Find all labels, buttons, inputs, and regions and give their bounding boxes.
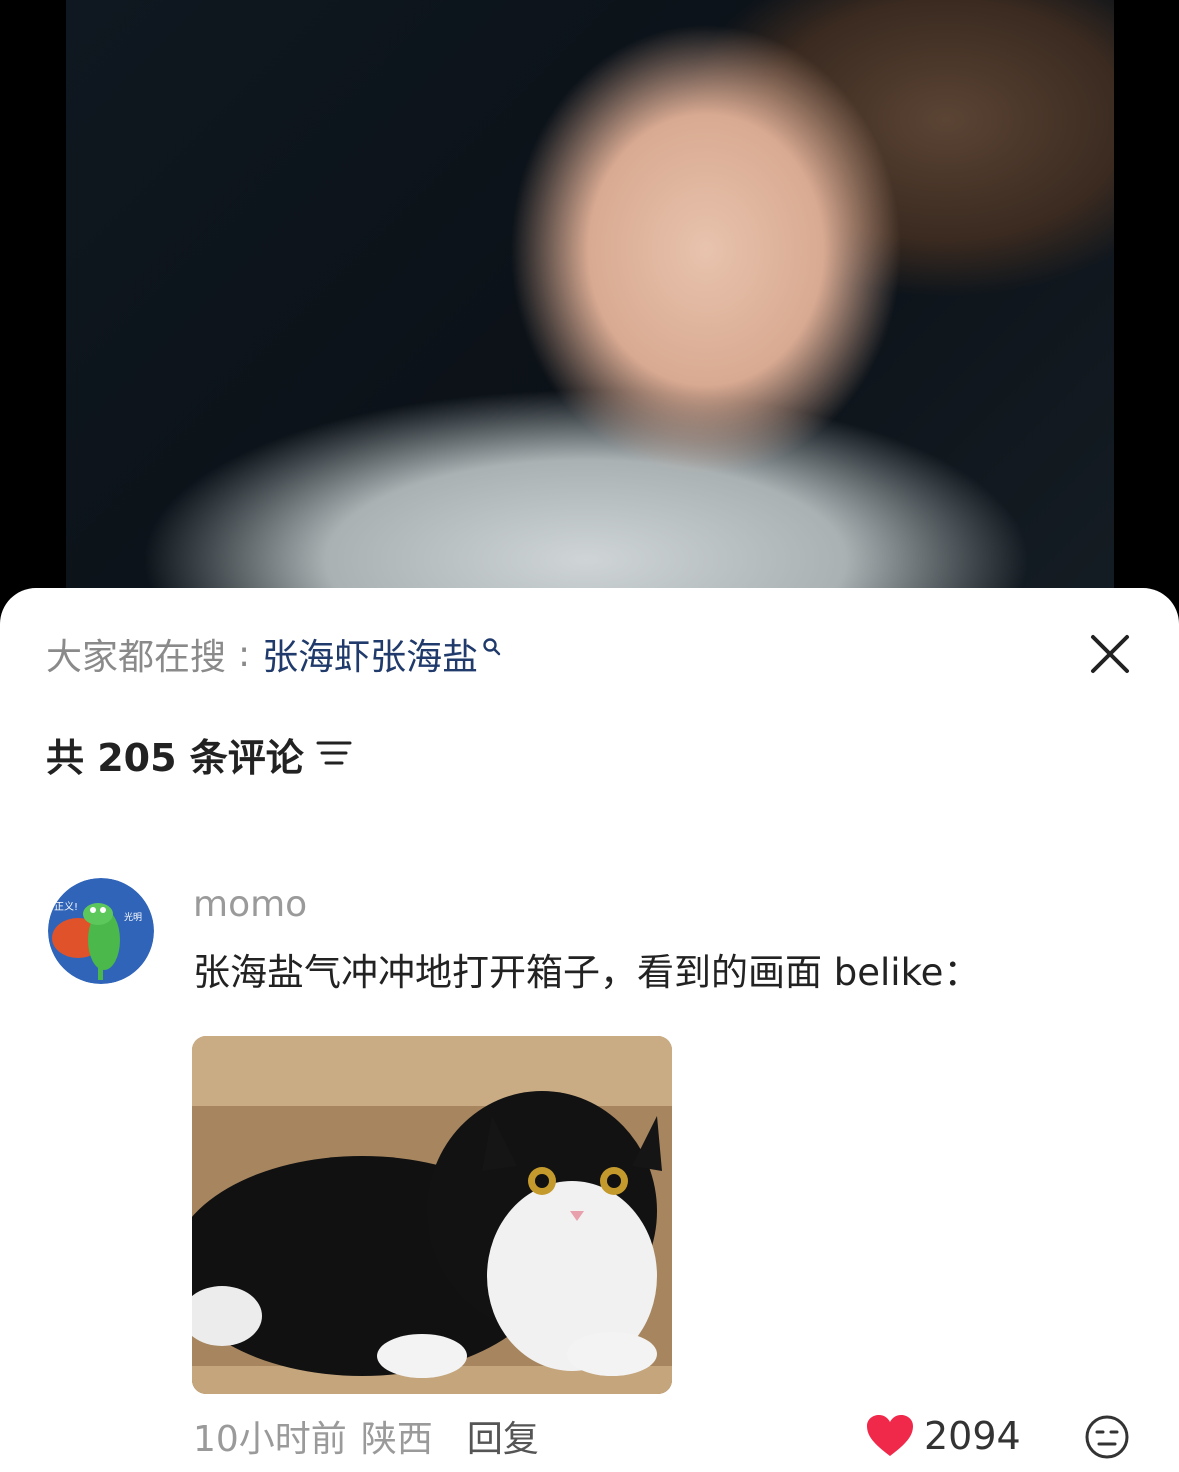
avatar[interactable]: 正义! 光明 bbox=[48, 878, 154, 984]
comment-time: 10小时前 bbox=[193, 1419, 347, 1460]
heart-icon bbox=[867, 1415, 913, 1456]
search-suggestion[interactable]: 大家都在搜 : 张海虾张海盐 bbox=[46, 628, 502, 680]
search-suggestion-term[interactable]: 张海虾张海盐 bbox=[262, 628, 478, 680]
video-player[interactable] bbox=[0, 0, 1179, 620]
comment-image[interactable] bbox=[192, 1036, 672, 1394]
search-suggestion-colon: : bbox=[238, 633, 251, 675]
comment-sheet: 大家都在搜 : 张海虾张海盐 共 205 条评论 正义! 光明 momo 张海盐… bbox=[0, 588, 1179, 1472]
comment-text: 张海盐气冲冲地打开箱子，看到的画面 belike： bbox=[193, 951, 981, 994]
emoji-icon bbox=[1085, 1415, 1129, 1459]
comment-count: 共 205 条评论 bbox=[46, 735, 304, 780]
close-button[interactable] bbox=[1088, 632, 1132, 676]
avatar-text-right: 光明 bbox=[124, 911, 142, 923]
reply-button[interactable]: 回复 bbox=[467, 1410, 539, 1462]
avatar-text-left: 正义! bbox=[54, 901, 78, 913]
close-icon bbox=[1091, 635, 1129, 673]
like-button[interactable]: 2094 bbox=[866, 1408, 1021, 1464]
comment-meta: 10小时前 陕西 回复 bbox=[193, 1408, 539, 1464]
comment-location: 陕西 bbox=[360, 1419, 433, 1460]
search-suggestion-prefix: 大家都在搜 bbox=[46, 637, 227, 678]
search-icon bbox=[482, 625, 502, 666]
comment-username[interactable]: momo bbox=[193, 884, 307, 925]
filter-icon[interactable] bbox=[316, 734, 352, 778]
video-frame bbox=[66, 0, 1114, 620]
like-count: 2094 bbox=[924, 1414, 1021, 1458]
comment-count-header: 共 205 条评论 bbox=[46, 728, 352, 780]
emoji-reaction-button[interactable] bbox=[1084, 1414, 1130, 1464]
